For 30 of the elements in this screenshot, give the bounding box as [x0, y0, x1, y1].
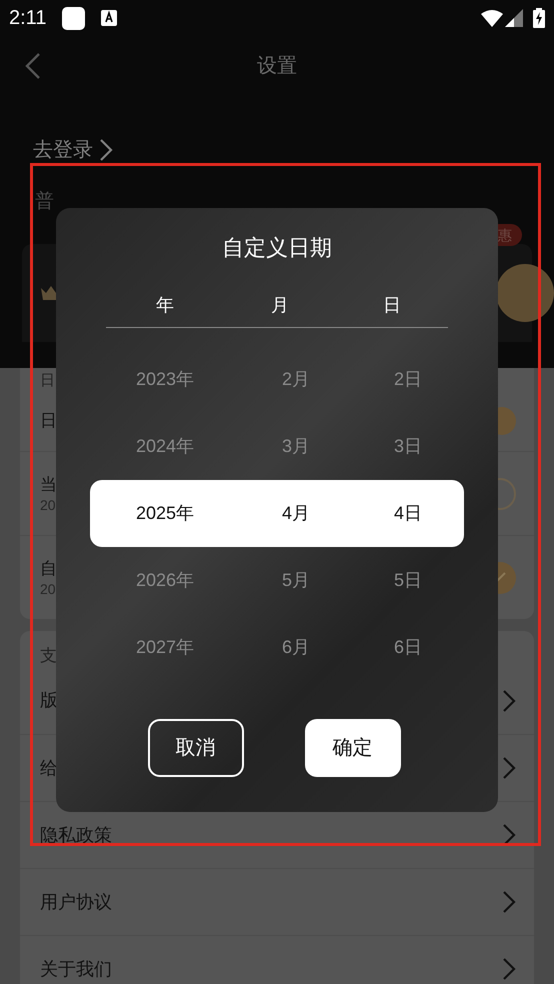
column-header: 年 [155, 294, 175, 317]
chevron-right-icon [502, 688, 516, 712]
row-title: 自 [40, 558, 57, 580]
signal-icon [505, 9, 523, 27]
battery-charging-icon [533, 8, 545, 28]
app-notification-icon [62, 6, 86, 30]
date-row[interactable]: 2024年 3月 3日 [90, 413, 464, 480]
chevron-right-icon [502, 957, 516, 981]
chevron-right-icon [502, 756, 516, 780]
back-icon[interactable] [25, 52, 41, 80]
dialog-title: 自定义日期 [222, 234, 332, 262]
membership-label: 普 [35, 191, 54, 212]
cancel-button[interactable]: 取消 [148, 719, 244, 777]
column-header: 日 [382, 294, 402, 317]
settings-row[interactable]: 用户协议 [20, 868, 534, 935]
page-title: 设置 [257, 54, 297, 79]
login-link[interactable]: 去登录 [33, 138, 93, 162]
date-row[interactable]: 2026年 5月 5日 [90, 547, 464, 614]
keyboard-a-icon [101, 10, 118, 26]
chevron-right-icon [99, 138, 113, 162]
wifi-icon [481, 9, 503, 27]
confirm-button[interactable]: 确定 [304, 719, 400, 777]
chevron-right-icon [502, 890, 516, 914]
status-time: 2:11 [9, 6, 46, 31]
row-title: 当 [40, 474, 57, 496]
date-row[interactable]: 2023年 2月 2日 [90, 346, 464, 413]
column-header: 月 [270, 294, 290, 317]
settings-row[interactable]: 关于我们 [20, 935, 534, 984]
selected-date-row[interactable]: 2025年 4月 4日 [90, 480, 464, 547]
row-title: 日 [40, 410, 57, 432]
